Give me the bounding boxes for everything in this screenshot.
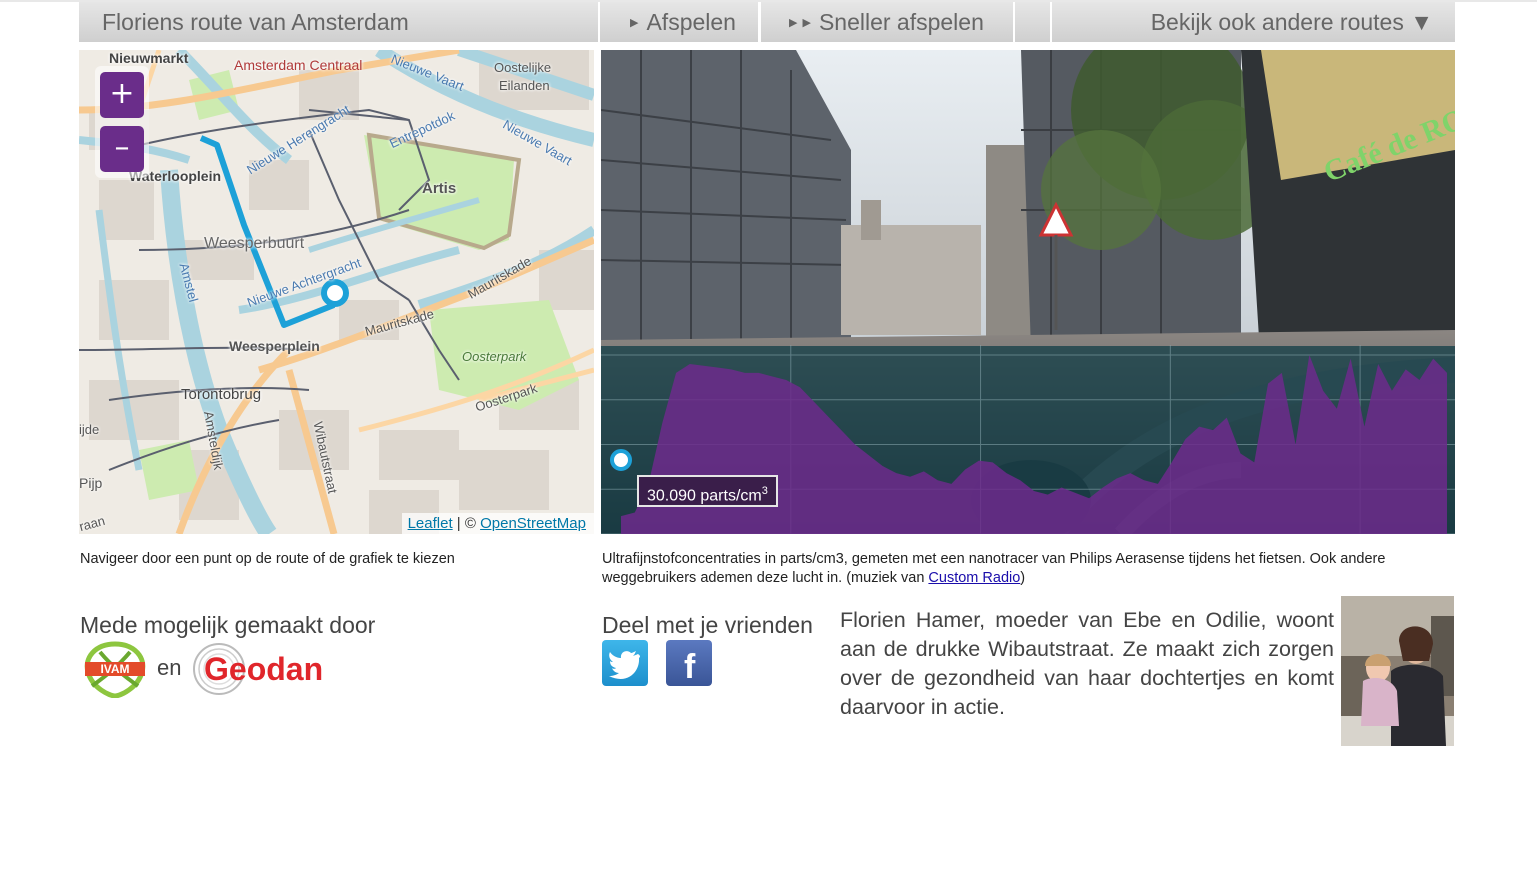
twitter-icon	[609, 651, 640, 679]
twitter-share-button[interactable]	[602, 640, 648, 686]
map-label: Weesperbuurt	[204, 235, 305, 252]
share-heading: Deel met je vrienden	[602, 612, 813, 638]
zoom-in-button[interactable]: +	[100, 72, 144, 118]
bio-text: Florien Hamer, moeder van Ebe en Odilie,…	[840, 608, 1334, 719]
map-caption: Navigeer door een punt op de route of de…	[80, 551, 455, 567]
ivam-logo[interactable]: IVAM	[80, 640, 150, 698]
facebook-share-button[interactable]: f	[666, 640, 712, 686]
map-label: Pijp	[79, 475, 103, 491]
facebook-icon: f	[684, 648, 696, 686]
map-attribution: Leaflet | © OpenStreetMap	[401, 513, 594, 534]
map-label: Nieuwmarkt	[109, 50, 189, 66]
video-frame: Café de ROETER	[601, 50, 1455, 534]
route-title: Floriens route van Amsterdam	[79, 2, 598, 42]
sponsors-and: en	[157, 655, 182, 680]
readout-value: 30.090 parts/cm	[647, 487, 762, 505]
chart-position-marker[interactable]	[610, 449, 632, 471]
svg-text:IVAM: IVAM	[100, 662, 129, 676]
map-label: Weesperplein	[229, 338, 320, 354]
zoom-control: + –	[95, 66, 149, 178]
svg-text:Geodan: Geodan	[204, 651, 323, 687]
route-video[interactable]: Café de ROETER 30.090 parts/cm3	[601, 50, 1455, 534]
top-bar: Floriens route van Amsterdam ▶ Afspelen ▶…	[79, 2, 1455, 42]
play-icon: ▶	[630, 17, 639, 29]
portrait-photo	[1341, 596, 1454, 746]
topbar-spacer	[1015, 2, 1050, 42]
map-label: ijde	[79, 422, 100, 437]
video-caption: Ultrafijnstofconcentraties in parts/cm3,…	[602, 550, 1442, 588]
concentration-readout: 30.090 parts/cm3	[637, 475, 778, 507]
fast-play-button[interactable]: ▶ ▶ Sneller afspelen	[761, 2, 1013, 42]
svg-text:f: f	[684, 648, 696, 686]
openstreetmap-link[interactable]: OpenStreetMap	[480, 515, 586, 532]
readout-exponent: 3	[761, 485, 768, 497]
map-label: Amsterdam Centraal	[234, 57, 363, 73]
video-caption-close: )	[1020, 570, 1026, 586]
play-icon: ▶	[802, 17, 811, 29]
geodan-logo[interactable]: Geodan	[192, 642, 342, 696]
attribution-separator: | ©	[452, 515, 481, 532]
play-button[interactable]: ▶ Afspelen	[600, 2, 758, 42]
custom-radio-link[interactable]: Custom Radio	[928, 570, 1020, 586]
other-routes-dropdown[interactable]: Bekijk ook andere routes ▼	[1052, 2, 1455, 42]
zoom-out-button[interactable]: –	[100, 126, 144, 172]
play-icon: ▶	[789, 17, 798, 29]
map-label: Oosterpark	[462, 349, 527, 364]
sponsors-heading: Mede mogelijk gemaakt door	[80, 612, 376, 638]
leaflet-link[interactable]: Leaflet	[408, 515, 453, 532]
fast-play-label: Sneller afspelen	[818, 9, 984, 35]
route-map[interactable]: Nieuwmarkt Amsterdam Centraal Oostelijke…	[79, 50, 594, 534]
map-label: Eilanden	[499, 78, 550, 93]
play-label: Afspelen	[646, 9, 736, 35]
map-label: Torontobrug	[181, 386, 262, 403]
map-label: Artis	[422, 180, 457, 197]
map-label: Oostelijke	[494, 60, 552, 75]
